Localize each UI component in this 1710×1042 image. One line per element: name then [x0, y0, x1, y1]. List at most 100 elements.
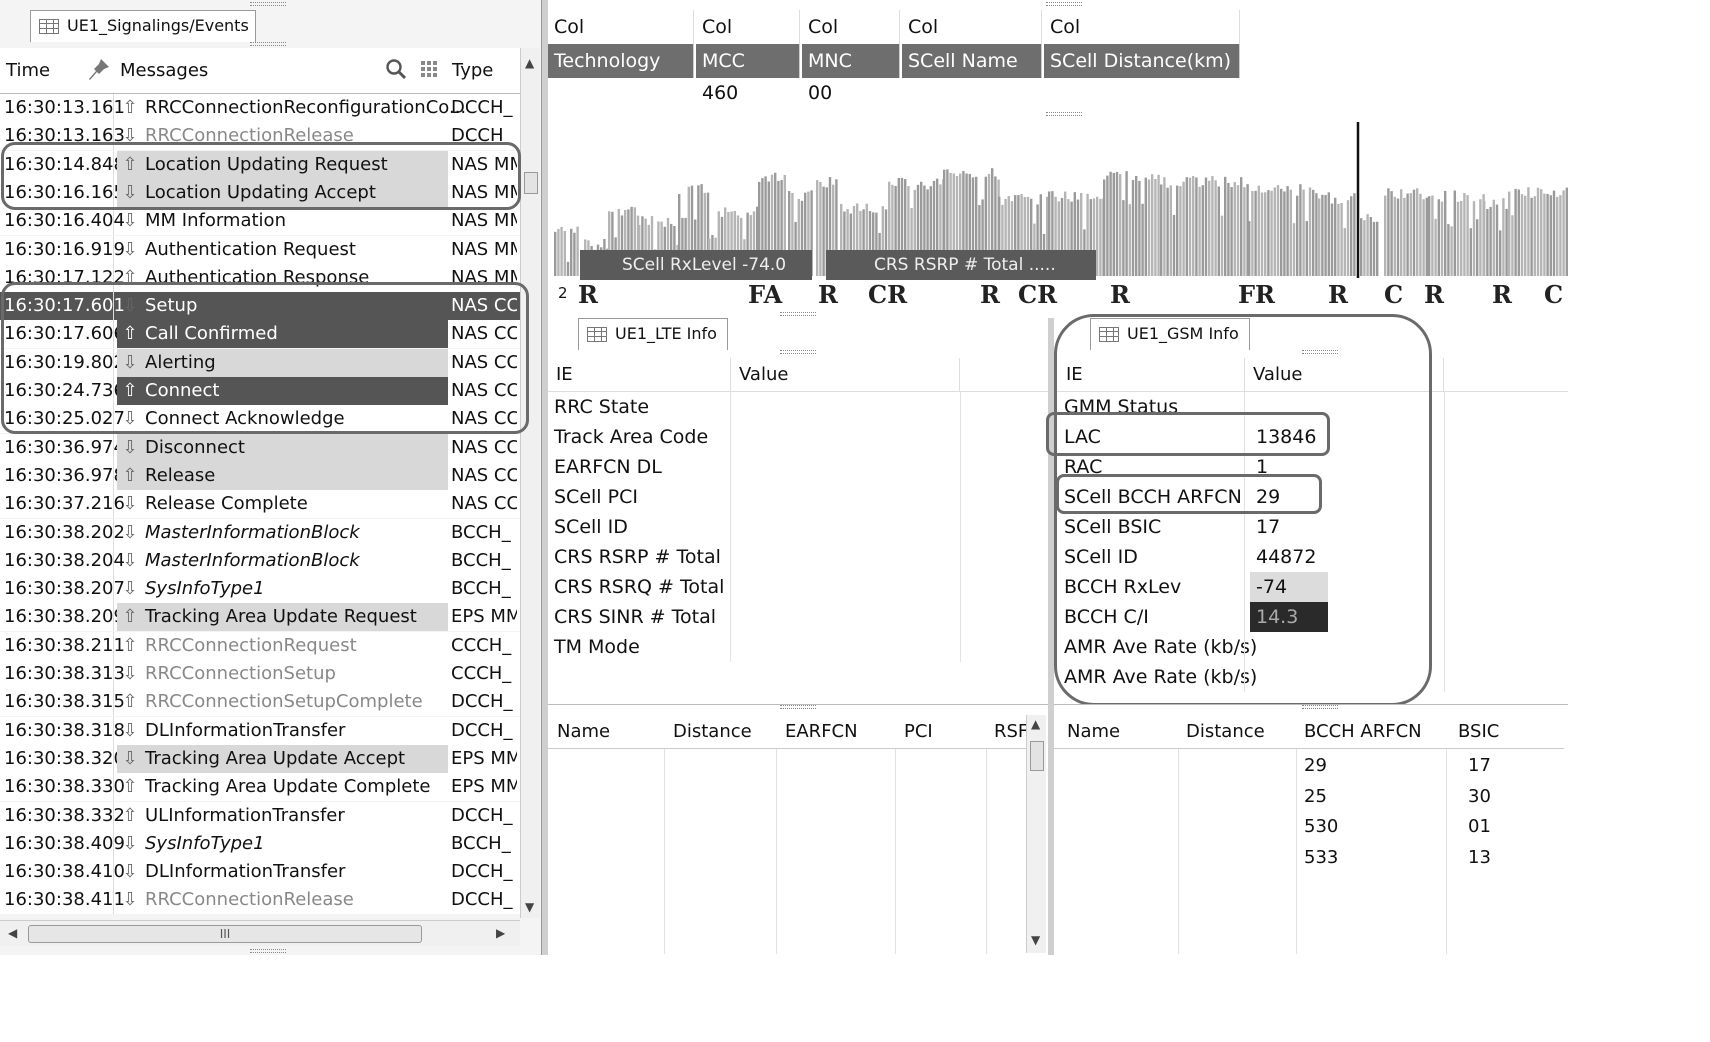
event-marker-icon[interactable]: R — [1110, 280, 1130, 309]
col-bcch-arfcn[interactable]: BCCH ARFCN — [1304, 721, 1422, 742]
splitter-grip[interactable] — [780, 350, 816, 354]
scroll-down-icon[interactable]: ▼ — [1031, 933, 1040, 947]
message-row[interactable]: 16:30:38.320 Tracking Area Update Accept ⇩… — [0, 744, 520, 773]
message-row[interactable]: 16:30:38.315 RRCConnectionSetupComplete ⇧ D… — [0, 688, 520, 717]
col-pci[interactable]: PCI — [904, 721, 933, 742]
col-earfcn[interactable]: EARFCN — [785, 721, 858, 742]
event-marker-icon[interactable]: R — [578, 280, 598, 309]
lte-grid-scrollbar[interactable]: ▲ ▼ — [1026, 715, 1046, 953]
grid-options-icon[interactable] — [420, 60, 438, 83]
tab-signalings-events[interactable]: UE1_Signalings/Events — [30, 10, 256, 42]
signal-bar — [1112, 172, 1115, 276]
event-marker-icon[interactable]: R — [1492, 280, 1512, 309]
message-time: 16:30:38.410 — [4, 858, 125, 887]
legend-crs-rsrp[interactable]: CRS RSRP # Total ..... — [826, 250, 1096, 280]
signal-bar — [1549, 195, 1552, 276]
event-marker-icon[interactable]: FR — [1238, 280, 1275, 309]
splitter-grip[interactable] — [780, 705, 816, 709]
downlink-arrow-icon: ⇩ — [122, 210, 138, 232]
signal-bar — [1469, 228, 1472, 276]
message-row[interactable]: 16:30:38.318 DLInformationTransfer ⇩ DCCH_ — [0, 716, 520, 745]
scroll-right-icon[interactable]: ▶ — [496, 926, 505, 940]
vertical-scrollbar[interactable]: ▲ ▼ — [520, 48, 540, 918]
column-header-type[interactable]: Type — [452, 60, 493, 81]
message-row[interactable]: 16:30:38.410 DLInformationTransfer ⇩ DCCH_ — [0, 858, 520, 887]
signal-bar — [1546, 193, 1549, 276]
signal-chart[interactable]: SCell RxLevel -74.0 CRS RSRP # Total ...… — [548, 118, 1568, 310]
message-row[interactable]: 16:30:38.202 MasterInformationBlock ⇩ BCCH_ — [0, 518, 520, 547]
message-row[interactable]: 16:30:38.330 Tracking Area Update Complet… — [0, 773, 520, 802]
event-marker-icon[interactable]: FA — [748, 280, 782, 309]
splitter-grip[interactable] — [250, 42, 286, 46]
message-row[interactable]: 16:30:37.216 Release Complete ⇩ NAS CC — [0, 490, 520, 519]
event-marker-icon[interactable]: R — [980, 280, 1000, 309]
message-row[interactable]: 16:30:38.204 MasterInformationBlock ⇩ BCCH_ — [0, 546, 520, 575]
column-header-messages[interactable]: Messages — [120, 60, 208, 81]
signal-bar — [1334, 197, 1337, 276]
signal-bar — [1154, 179, 1157, 276]
message-row[interactable]: 16:30:38.211 RRCConnectionRequest ⇧ CCCH_ — [0, 631, 520, 660]
message-time: 16:30:36.974 — [4, 433, 125, 462]
col-distance[interactable]: Distance — [1186, 721, 1265, 742]
legend-scell-rxlevel[interactable]: SCell RxLevel -74.0 — [580, 250, 812, 280]
column-header-time[interactable]: Time — [6, 60, 50, 81]
signal-bar — [1492, 199, 1495, 276]
signal-bar — [1321, 194, 1324, 276]
message-type: BCCH_ — [451, 832, 511, 854]
message-row[interactable]: 16:30:38.411 RRCConnectionRelease ⇩ DCCH_ — [0, 886, 520, 914]
scroll-up-icon[interactable]: ▲ — [1031, 717, 1040, 731]
signal-bar — [1179, 186, 1182, 276]
message-row[interactable]: 16:30:38.313 RRCConnectionSetup ⇩ CCCH_ — [0, 660, 520, 688]
event-marker-icon[interactable]: R — [1328, 280, 1348, 309]
annotation-box-lac — [1046, 412, 1330, 456]
event-marker-icon[interactable]: C — [1544, 280, 1563, 309]
splitter-grip[interactable] — [1302, 705, 1338, 709]
event-marker-icon[interactable]: CR — [1018, 280, 1057, 309]
col-rsrp[interactable]: RSF — [994, 721, 1028, 742]
message-row[interactable]: 16:30:16.919 Authentication Request ⇩ NAS M… — [0, 235, 520, 264]
message-row[interactable]: 16:30:38.207 SysInfoType1 ⇩ BCCH_ — [0, 575, 520, 604]
col-name[interactable]: Name — [1067, 721, 1120, 742]
splitter-grip[interactable] — [250, 949, 286, 953]
message-row[interactable]: 16:30:38.409 SysInfoType1 ⇩ BCCH_ — [0, 829, 520, 858]
scroll-left-icon[interactable]: ◀ — [8, 926, 17, 940]
signal-bar — [1489, 206, 1492, 276]
gsm-neighbor-row[interactable]: 29 17 — [1054, 751, 1564, 781]
event-marker-icon[interactable]: R — [818, 280, 838, 309]
splitter-grip[interactable] — [780, 312, 816, 316]
signalings-panel: UE1_Signalings/Events Time Messages Type… — [0, 0, 542, 955]
scrollbar-thumb[interactable] — [1030, 741, 1044, 771]
horizontal-scrollbar[interactable]: ◀ III ▶ — [0, 920, 520, 946]
tab-lte-info[interactable]: UE1_LTE Info — [578, 318, 728, 350]
message-row[interactable]: 16:30:38.209 Tracking Area Update Request… — [0, 603, 520, 632]
signal-bar — [1289, 189, 1292, 276]
hscrollbar-thumb[interactable]: III — [28, 925, 422, 943]
col-name[interactable]: Name — [557, 721, 610, 742]
gsm-neighbor-row[interactable]: 533 13 — [1054, 843, 1564, 873]
signal-bar — [1453, 190, 1456, 276]
scroll-down-icon[interactable]: ▼ — [525, 900, 534, 914]
splitter-grip[interactable] — [1046, 112, 1082, 116]
message-time: 16:30:38.409 — [4, 829, 125, 858]
event-marker-icon[interactable]: C — [1384, 280, 1403, 309]
search-icon[interactable] — [385, 58, 407, 85]
downlink-arrow-icon: ⇩ — [122, 861, 138, 883]
signal-bar — [1384, 195, 1387, 276]
signal-bar — [1276, 185, 1280, 276]
col-bsic[interactable]: BSIC — [1458, 721, 1499, 742]
gsm-neighbor-row[interactable]: 25 30 — [1054, 782, 1564, 812]
splitter-grip[interactable] — [1046, 2, 1082, 6]
scrollbar-thumb[interactable] — [524, 172, 538, 194]
scroll-up-icon[interactable]: ▲ — [525, 56, 534, 70]
message-row[interactable]: 16:30:36.974 Disconnect ⇩ NAS CC — [0, 433, 520, 462]
message-row[interactable]: 16:30:36.978 Release ⇧ NAS CC — [0, 461, 520, 490]
splitter-grip[interactable] — [250, 2, 286, 6]
event-marker-icon[interactable]: CR — [868, 280, 907, 309]
message-row[interactable]: 16:30:38.332 ULInformationTransfer ⇧ DCCH_ — [0, 801, 520, 830]
col-distance[interactable]: Distance — [673, 721, 752, 742]
message-row[interactable]: 16:30:16.404 MM Information ⇩ NAS MM — [0, 207, 520, 236]
pin-icon[interactable] — [86, 56, 112, 89]
gsm-neighbor-row[interactable]: 530 01 — [1054, 812, 1564, 842]
message-row[interactable]: 16:30:13.161 RRCConnectionReconfiguration… — [0, 94, 520, 122]
event-marker-icon[interactable]: R — [1424, 280, 1444, 309]
